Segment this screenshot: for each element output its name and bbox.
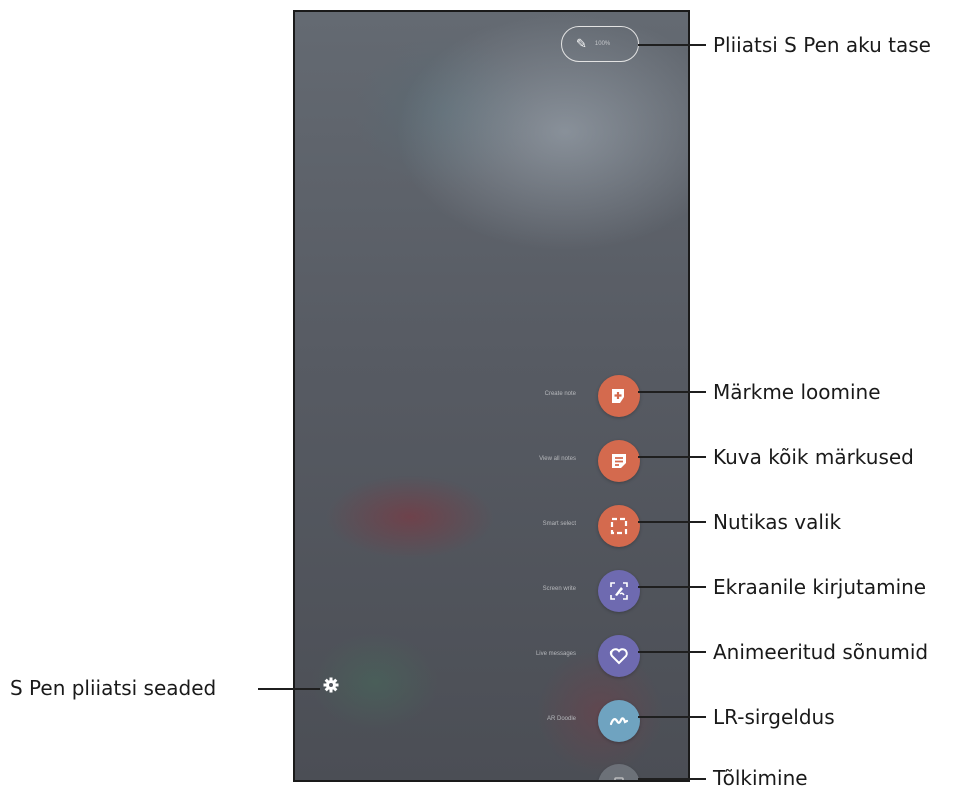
- spen-battery-indicator: ✎ 100%: [561, 26, 639, 62]
- phone-screen: ✎ 100% Create note View all notes Smart …: [293, 10, 690, 782]
- view-all-notes-label: View all notes: [539, 456, 576, 462]
- pen-icon: ✎: [576, 36, 587, 52]
- leader-line-battery: [638, 44, 706, 46]
- smart-select-button[interactable]: [598, 505, 640, 547]
- ar-doodle-label: AR Doodle: [546, 716, 576, 722]
- screen-write-label: Screen write: [542, 586, 576, 592]
- callout-settings: S Pen pliiatsi seaded: [10, 676, 217, 700]
- ar-doodle-button[interactable]: [598, 700, 640, 742]
- heart-message-icon: [609, 648, 628, 665]
- live-messages-button[interactable]: [598, 635, 640, 677]
- callout-translate: Tõlkimine: [713, 766, 808, 790]
- view-all-notes-button[interactable]: [598, 440, 640, 482]
- leader-line-ar-doodle: [638, 716, 706, 718]
- callout-smart-select: Nutikas valik: [713, 510, 842, 534]
- battery-level: 100%: [594, 41, 611, 47]
- callout-screen-write: Ekraanile kirjutamine: [713, 575, 927, 599]
- leader-line-view-all-notes: [638, 456, 706, 458]
- leader-line-settings: [258, 688, 320, 690]
- smart-select-label: Smart select: [542, 521, 576, 527]
- note-plus-icon: [612, 389, 624, 403]
- screen-write-button[interactable]: [598, 570, 640, 612]
- create-note-button[interactable]: [598, 375, 640, 417]
- screen-write-icon: [610, 582, 628, 600]
- callout-live-messages: Animeeritud sõnumid: [713, 640, 929, 664]
- callout-ar-doodle: LR-sirgeldus: [713, 705, 835, 729]
- leader-line-create-note: [638, 391, 706, 393]
- create-note-label: Create note: [544, 391, 576, 397]
- leader-line-screen-write: [638, 586, 706, 588]
- leader-line-translate: [638, 778, 706, 780]
- leader-line-live-messages: [638, 651, 706, 653]
- leader-line-smart-select: [638, 521, 706, 523]
- smart-select-icon: [610, 517, 628, 535]
- callout-view-all-notes: Kuva kõik märkused: [713, 445, 914, 469]
- doodle-icon: [609, 717, 629, 726]
- notes-list-icon: [612, 454, 626, 468]
- translate-button[interactable]: [598, 764, 640, 780]
- gear-icon[interactable]: [323, 677, 339, 693]
- callout-create-note: Märkme loomine: [713, 380, 881, 404]
- translate-icon: [614, 777, 624, 780]
- live-messages-label: Live messages: [535, 651, 576, 657]
- callout-battery: Pliiatsi S Pen aku tase: [713, 33, 931, 57]
